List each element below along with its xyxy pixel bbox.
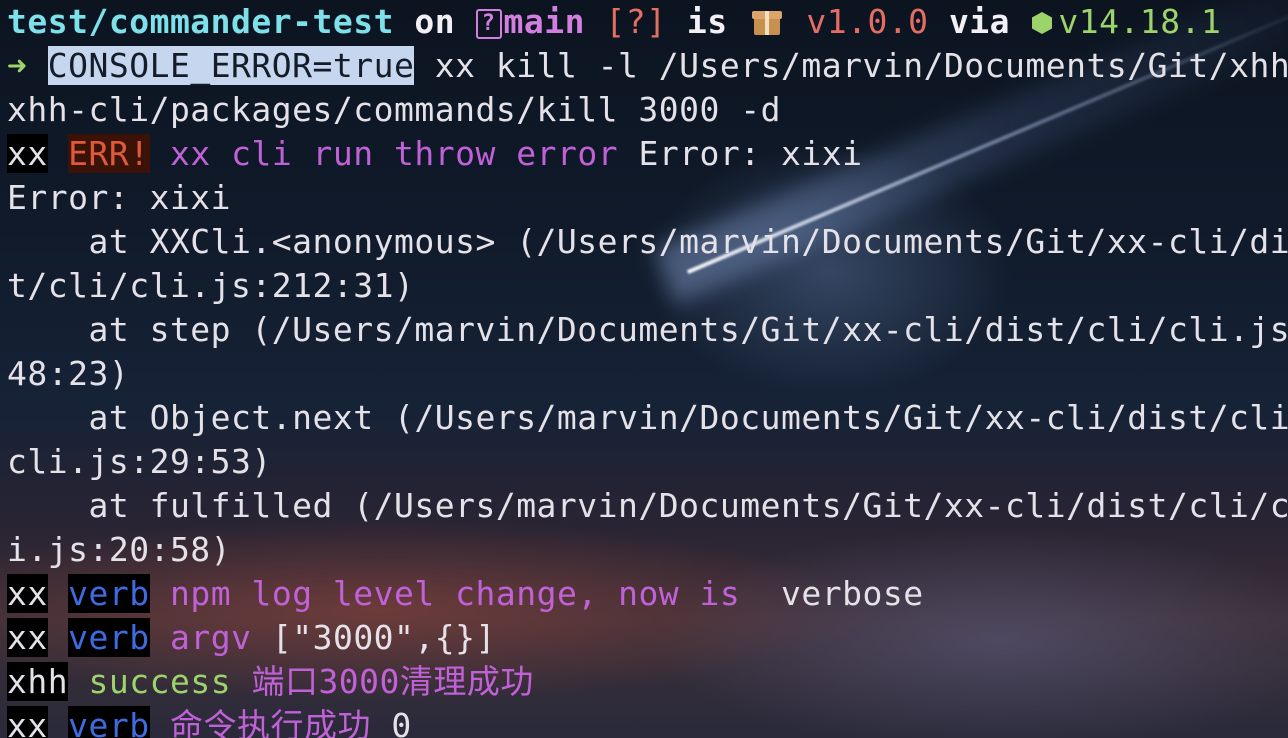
log-tail: ["3000",{}]: [271, 618, 496, 657]
log-message: argv: [169, 618, 252, 657]
log-prefix: xx: [7, 706, 48, 738]
terminal-output[interactable]: test/commander-test on ? main [?] is v1.0…: [7, 0, 1288, 738]
log-level: verb: [68, 706, 150, 738]
command-text-wrap[interactable]: xhh-cli/packages/commands/kill 3000 -d: [7, 90, 781, 129]
prompt-on-label: on: [414, 2, 456, 41]
error-message: xx cli run throw error: [169, 134, 619, 173]
stack-line: i.js:20:58): [7, 530, 232, 569]
node-version: v14.18.1: [1058, 2, 1222, 41]
prompt-via-label: via: [948, 2, 1011, 41]
log-line: xx verb npm log level change, now is ver…: [7, 572, 1288, 616]
log-line: xx verb argv ["3000",{}]: [7, 616, 1288, 660]
log-level: success: [88, 662, 232, 701]
log-prefix: xx: [7, 574, 48, 613]
package-icon: [751, 9, 782, 37]
stack-line: at Object.next (/Users/marvin/Documents/…: [7, 398, 1288, 437]
command-line-wrap[interactable]: xhh-cli/packages/commands/kill 3000 -d: [7, 88, 1288, 132]
log-message: 端口3000清理成功: [251, 662, 534, 701]
git-status: [?]: [605, 2, 667, 41]
log-message: 命令执行成功: [169, 706, 371, 738]
git-branch-name: main: [503, 2, 585, 41]
log-tail: verbose: [781, 574, 924, 613]
command-text[interactable]: xx kill -l /Users/marvin/Documents/Git/x…: [414, 46, 1288, 85]
command-line[interactable]: ➜ CONSOLE_ERROR=true xx kill -l /Users/m…: [7, 44, 1288, 88]
prompt-directory: test/commander-test: [7, 2, 394, 41]
log-prefix: xhh: [7, 662, 69, 701]
stack-line: 48:23): [7, 354, 130, 393]
prompt-is-label: is: [686, 2, 728, 41]
stack-line: t/cli/cli.js:212:31): [7, 266, 415, 305]
log-line: xhh success 端口3000清理成功: [7, 660, 1288, 704]
stack-line: cli.js:29:53): [7, 442, 272, 481]
log-prefix: xx: [7, 618, 48, 657]
stack-line: at step (/Users/marvin/Documents/Git/xx-…: [7, 310, 1288, 349]
git-branch-icon: ?: [475, 9, 502, 39]
selected-text[interactable]: CONSOLE_ERROR=true: [47, 46, 415, 85]
log-message: npm log level change, now is: [169, 574, 761, 613]
prompt-arrow-icon: ➜: [7, 46, 28, 85]
error-line: xx ERR! xx cli run throw error Error: xi…: [7, 132, 1288, 176]
error-badge: ERR!: [68, 134, 150, 173]
log-level: verb: [68, 574, 150, 613]
prompt-line: test/commander-test on ? main [?] is v1.0…: [7, 0, 1288, 44]
stack-line: at XXCli.<anonymous> (/Users/marvin/Docu…: [7, 222, 1288, 261]
stack-line: Error: xixi: [7, 178, 232, 217]
package-version: v1.0.0: [806, 2, 929, 41]
log-tail: 0: [391, 706, 412, 738]
stack-line: at fulfilled (/Users/marvin/Documents/Gi…: [7, 486, 1288, 525]
log-prefix: xx: [7, 134, 48, 173]
node-hexagon-icon: [1032, 12, 1053, 34]
log-level: verb: [68, 618, 150, 657]
log-line: xx verb 命令执行成功 0: [7, 704, 1288, 738]
error-tail: Error: xixi: [638, 134, 863, 173]
